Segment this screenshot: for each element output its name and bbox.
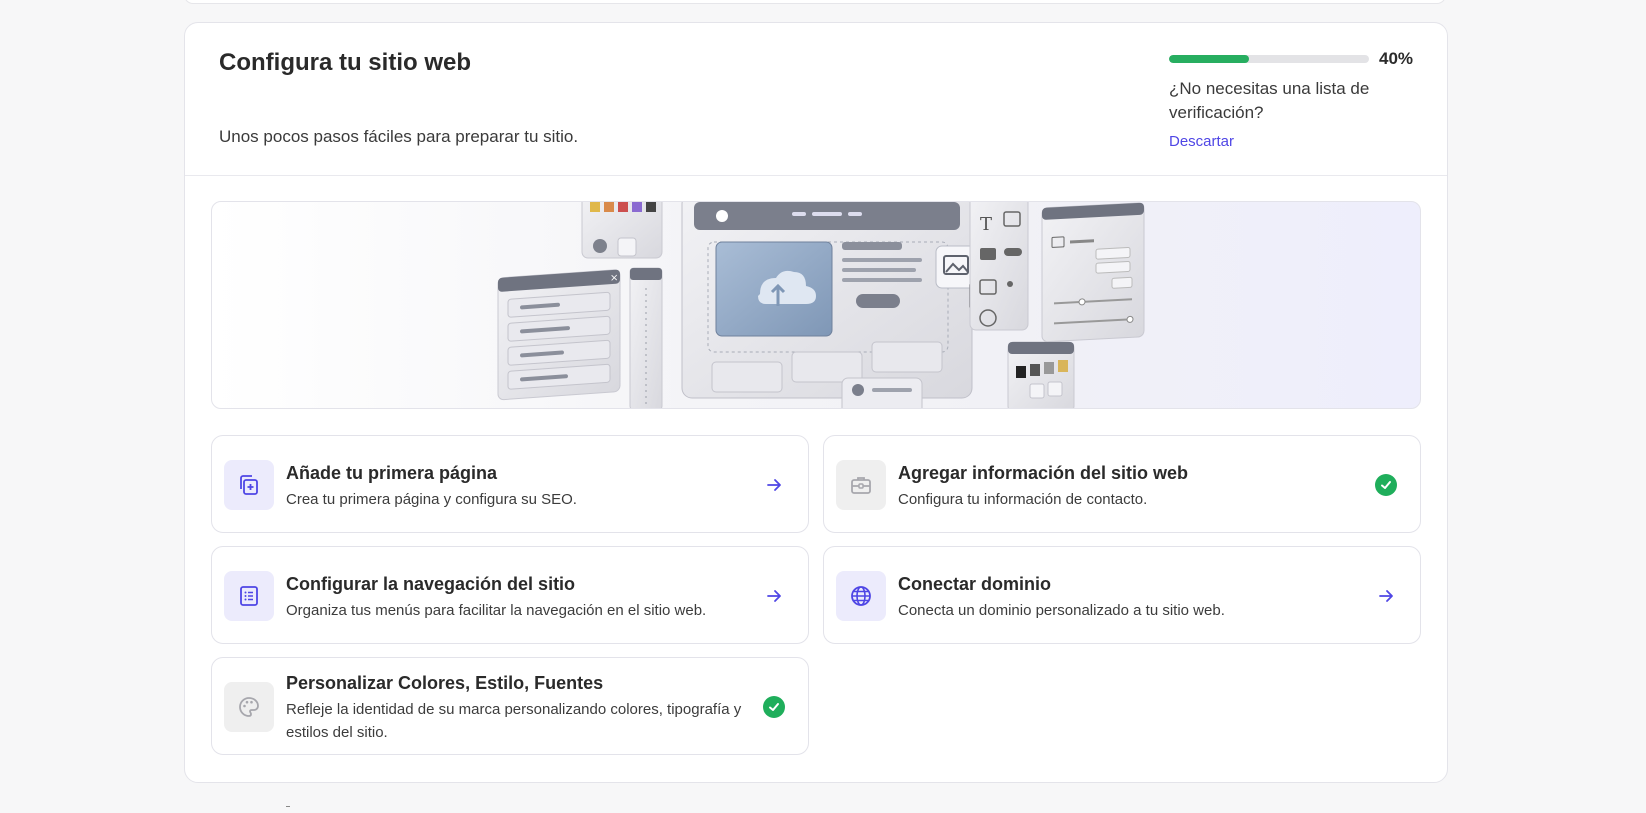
task-text: Personalizar Colores, Estilo, Fuentes Re… (286, 672, 748, 744)
arrow-right-icon (1379, 590, 1393, 602)
check-circle-icon (1375, 474, 1397, 496)
progress-percent: 40% (1379, 49, 1414, 68)
task-icon-box (224, 682, 274, 732)
task-icon-box (836, 571, 886, 621)
task-status (1374, 473, 1398, 497)
task-add-first-page[interactable]: Añade tu primera página Crea tu primera … (211, 435, 809, 533)
dismiss-link[interactable]: Descartar (1169, 133, 1234, 150)
task-description: Configura tu información de contacto. (898, 491, 1148, 508)
progress-area: 40% ¿No necesitas una lista de verificac… (1169, 49, 1419, 151)
progress-bar (1169, 55, 1369, 63)
task-icon-box (836, 460, 886, 510)
task-list: Añade tu primera página Crea tu primera … (211, 435, 1421, 755)
progress-fill (1169, 55, 1249, 63)
add-page-icon (240, 475, 258, 495)
arrow-right-icon (767, 590, 781, 602)
task-arrow[interactable] (1374, 584, 1398, 608)
palette-icon (239, 697, 259, 717)
task-title: Conectar dominio (898, 574, 1052, 594)
website-builder-illustration-icon: × T (497, 202, 1145, 408)
checklist-question: ¿No necesitas una lista de verificación? (1169, 79, 1370, 122)
task-configure-navigation[interactable]: Configurar la navegación del sitio Organ… (211, 546, 809, 644)
previous-card-edge (184, 0, 1446, 4)
task-title: Agregar información del sitio web (898, 463, 1189, 483)
progress-row: 40% (1169, 49, 1419, 69)
task-title: Personalizar Colores, Estilo, Fuentes (286, 673, 604, 693)
task-icon-box (224, 571, 274, 621)
task-customize-style[interactable]: Personalizar Colores, Estilo, Fuentes Re… (211, 657, 809, 755)
briefcase-icon (851, 477, 871, 494)
task-add-site-info[interactable]: Agregar información del sitio web Config… (823, 435, 1421, 533)
task-arrow[interactable] (762, 473, 786, 497)
task-text: Añade tu primera página Crea tu primera … (286, 462, 748, 511)
banner-illustration: × T (211, 201, 1421, 409)
task-description: Organiza tus menús para facilitar la nav… (286, 602, 707, 619)
arrow-right-icon (767, 479, 781, 491)
task-description: Crea tu primera página y configura su SE… (286, 491, 577, 508)
task-text: Agregar información del sitio web Config… (898, 462, 1360, 511)
list-icon (240, 586, 258, 606)
card-header: Configura tu sitio web Unos pocos pasos … (185, 23, 1447, 176)
svg-text:T: T (980, 214, 992, 235)
task-title: Configurar la navegación del sitio (286, 574, 576, 594)
task-status (762, 695, 786, 719)
task-title: Añade tu primera página (286, 463, 498, 483)
task-text: Conectar dominio Conecta un dominio pers… (898, 573, 1360, 622)
task-icon-box (224, 460, 274, 510)
page-title: Configura tu sitio web (219, 49, 471, 76)
check-circle-icon (763, 696, 785, 718)
task-description: Refleje la identidad de su marca persona… (286, 701, 742, 741)
task-text: Configurar la navegación del sitio Organ… (286, 573, 748, 622)
setup-checklist-card: Configura tu sitio web Unos pocos pasos … (184, 22, 1448, 783)
globe-icon (851, 586, 871, 606)
next-section-edge (286, 806, 290, 811)
task-arrow[interactable] (762, 584, 786, 608)
svg-text:×: × (610, 273, 618, 285)
task-description: Conecta un dominio personalizado a tu si… (898, 602, 1225, 619)
page-subtitle: Unos pocos pasos fáciles para preparar t… (219, 127, 579, 146)
task-connect-domain[interactable]: Conectar dominio Conecta un dominio pers… (823, 546, 1421, 644)
